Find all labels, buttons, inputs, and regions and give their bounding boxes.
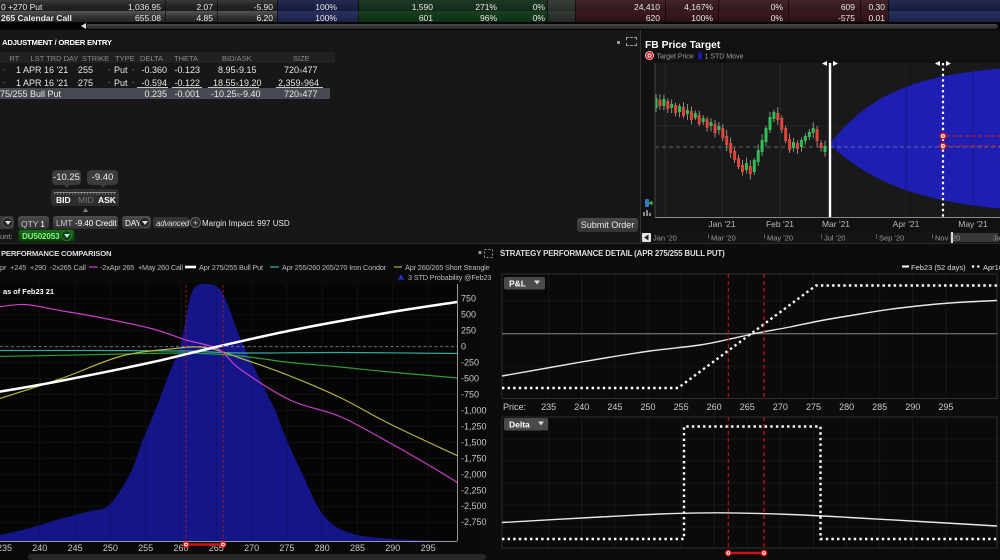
svg-text:STRATEGY PERFORMANCE DETAIL (A: STRATEGY PERFORMANCE DETAIL (APR 275/255… bbox=[500, 249, 725, 258]
svg-text:Jul '20: Jul '20 bbox=[824, 234, 845, 243]
svg-text:Delta: Delta bbox=[509, 420, 530, 430]
svg-text:290: 290 bbox=[905, 402, 920, 412]
svg-text:-500: -500 bbox=[461, 374, 479, 384]
svg-text:240: 240 bbox=[32, 543, 47, 553]
svg-text:Apr '21: Apr '21 bbox=[893, 219, 920, 229]
svg-text:250: 250 bbox=[103, 543, 118, 553]
svg-text:Mar '21: Mar '21 bbox=[822, 219, 850, 229]
svg-text:-2,250: -2,250 bbox=[461, 485, 487, 495]
svg-text:May '20: May '20 bbox=[767, 234, 793, 243]
svg-text:Jan '21: Jan '21 bbox=[708, 219, 735, 229]
svg-text:240: 240 bbox=[574, 402, 589, 412]
svg-text:255: 255 bbox=[674, 402, 689, 412]
svg-text:Mar '20: Mar '20 bbox=[711, 234, 736, 243]
svg-text:Apr 260/265 Short Strangle: Apr 260/265 Short Strangle bbox=[405, 263, 490, 272]
svg-text:-1,500: -1,500 bbox=[461, 437, 487, 447]
svg-text:3 STD Probability @Feb23: 3 STD Probability @Feb23 bbox=[408, 273, 491, 282]
svg-text:500: 500 bbox=[461, 310, 476, 320]
svg-text:255: 255 bbox=[138, 543, 153, 553]
svg-text:295: 295 bbox=[938, 402, 953, 412]
svg-text:Apr 255/260 265/270 Iron Condo: Apr 255/260 265/270 Iron Condor bbox=[282, 263, 387, 272]
svg-text:pr +245 +290 -2x265 Call: pr +245 +290 -2x265 Call bbox=[0, 263, 86, 272]
svg-text:280: 280 bbox=[315, 543, 330, 553]
svg-text:Nov '20: Nov '20 bbox=[935, 234, 960, 243]
svg-text:Jan '20: Jan '20 bbox=[653, 234, 677, 243]
svg-text:295: 295 bbox=[421, 543, 436, 553]
svg-text:-2,000: -2,000 bbox=[461, 469, 487, 479]
svg-text:250: 250 bbox=[461, 326, 476, 336]
svg-text:P&L: P&L bbox=[509, 279, 526, 289]
svg-text:245: 245 bbox=[68, 543, 83, 553]
svg-text:285: 285 bbox=[350, 543, 365, 553]
svg-text:Feb '21: Feb '21 bbox=[766, 219, 794, 229]
svg-text:-1,250: -1,250 bbox=[461, 421, 487, 431]
svg-text:Feb23 (52 days): Feb23 (52 days) bbox=[911, 263, 966, 272]
svg-text:270: 270 bbox=[773, 402, 788, 412]
svg-text:235: 235 bbox=[0, 543, 12, 553]
svg-text:Ja: Ja bbox=[993, 234, 1000, 243]
svg-text:-2xApr 265 +May 260 Call: -2xApr 265 +May 260 Call bbox=[100, 263, 183, 272]
svg-text:-2,500: -2,500 bbox=[461, 501, 487, 511]
svg-text:-2,750: -2,750 bbox=[461, 517, 487, 527]
svg-text:Target Price: Target Price bbox=[657, 52, 694, 61]
svg-text:as of Feb23 21: as of Feb23 21 bbox=[3, 287, 54, 296]
svg-text:290: 290 bbox=[385, 543, 400, 553]
svg-text:250: 250 bbox=[640, 402, 655, 412]
svg-text:1 STD Move: 1 STD Move bbox=[705, 52, 744, 61]
svg-text:-750: -750 bbox=[461, 390, 479, 400]
svg-text:Sep '20: Sep '20 bbox=[879, 234, 904, 243]
svg-text:260: 260 bbox=[707, 402, 722, 412]
svg-text:285: 285 bbox=[872, 402, 887, 412]
svg-text:-1,000: -1,000 bbox=[461, 406, 487, 416]
svg-text:PERFORMANCE COMPARISON: PERFORMANCE COMPARISON bbox=[1, 249, 112, 258]
svg-text:280: 280 bbox=[839, 402, 854, 412]
svg-text:May '21: May '21 bbox=[958, 219, 988, 229]
svg-text:Price:: Price: bbox=[503, 402, 526, 412]
svg-text:270: 270 bbox=[244, 543, 259, 553]
svg-text:-250: -250 bbox=[461, 358, 479, 368]
svg-text:Apr 275/255 Bull Put: Apr 275/255 Bull Put bbox=[199, 263, 263, 272]
svg-text:0: 0 bbox=[461, 342, 466, 352]
svg-text:Apr16: Apr16 bbox=[983, 263, 1000, 272]
svg-text:-1,750: -1,750 bbox=[461, 453, 487, 463]
svg-text:245: 245 bbox=[607, 402, 622, 412]
svg-text:750: 750 bbox=[461, 294, 476, 304]
svg-text:275: 275 bbox=[806, 402, 821, 412]
svg-text:275: 275 bbox=[279, 543, 294, 553]
svg-text:235: 235 bbox=[541, 402, 556, 412]
svg-text:265: 265 bbox=[740, 402, 755, 412]
